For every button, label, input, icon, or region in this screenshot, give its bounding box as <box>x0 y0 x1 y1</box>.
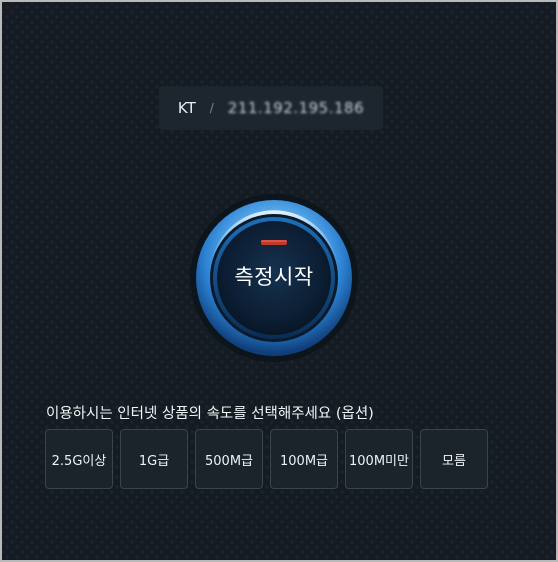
start-test-button[interactable]: 측정시작 <box>189 193 359 363</box>
isp-separator: / <box>209 101 214 115</box>
connection-info: KT / 211.192.195.186 <box>159 86 383 130</box>
speed-option-unknown[interactable]: 모름 <box>420 429 488 489</box>
start-test-label[interactable]: 측정시작 <box>189 261 359 291</box>
speed-options: 2.5G이상 1G급 500M급 100M급 100M미만 모름 <box>45 429 488 489</box>
isp-name: KT <box>177 99 196 117</box>
speed-select-prompt: 이용하시는 인터넷 상품의 속도를 선택해주세요 (옵션) <box>46 406 374 422</box>
speed-option-under-100m[interactable]: 100M미만 <box>345 429 413 489</box>
speed-option-2-5g[interactable]: 2.5G이상 <box>45 429 113 489</box>
speedtest-panel: KT / 211.192.195.186 측정시작 이용하시는 인터넷 상품의 … <box>0 0 558 562</box>
ip-address: 211.192.195.186 <box>227 99 365 117</box>
speed-option-100m[interactable]: 100M급 <box>270 429 338 489</box>
speed-option-1g[interactable]: 1G급 <box>120 429 188 489</box>
speed-option-500m[interactable]: 500M급 <box>195 429 263 489</box>
